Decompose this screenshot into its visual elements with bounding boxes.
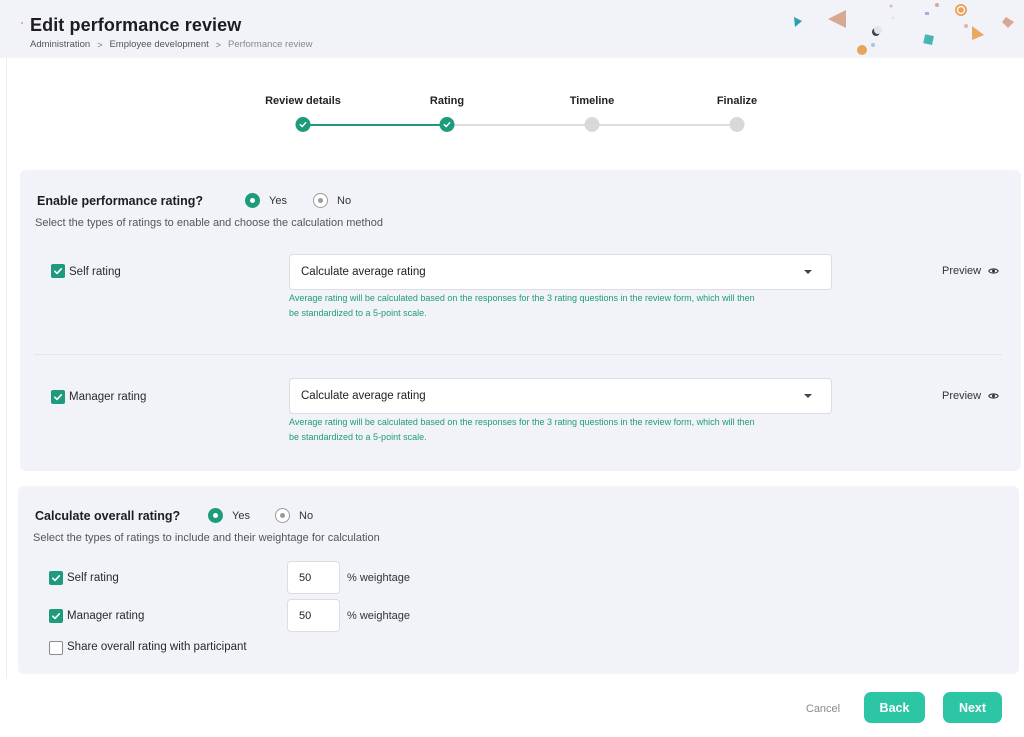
select-value: Calculate average rating bbox=[301, 266, 426, 278]
manager-rating-label: Manager rating bbox=[69, 391, 147, 403]
step-dot-rating[interactable] bbox=[439, 117, 455, 132]
step-connector-1 bbox=[303, 124, 447, 126]
rating-types-subtitle: Select the types of ratings to enable an… bbox=[35, 217, 383, 229]
overall-self-rating-label: Self rating bbox=[67, 572, 119, 584]
eye-icon bbox=[988, 268, 999, 274]
next-button[interactable]: Next bbox=[943, 692, 1002, 723]
overall-manager-rating-checkbox[interactable] bbox=[49, 609, 63, 623]
confetti-decoration bbox=[794, 3, 1014, 55]
step-label-rating[interactable]: Rating bbox=[430, 95, 464, 107]
overall-rating-yes-option[interactable]: Yes bbox=[208, 508, 250, 523]
overall-rating-question: Calculate overall rating? bbox=[35, 509, 181, 523]
self-rating-help-text: Average rating will be calculated based … bbox=[289, 291, 829, 321]
help-line: be standardized to a 5-point scale. bbox=[289, 308, 427, 318]
step-dot-timeline[interactable] bbox=[584, 117, 600, 132]
self-rating-method-select[interactable]: Calculate average rating bbox=[289, 254, 832, 290]
enable-rating-no-option[interactable]: No bbox=[313, 193, 351, 208]
enable-rating-yes-radio[interactable] bbox=[245, 193, 260, 208]
overall-rating-no-option[interactable]: No bbox=[275, 508, 313, 523]
radio-label: Yes bbox=[269, 194, 287, 207]
checkmark-icon bbox=[52, 575, 61, 582]
checkmark-icon bbox=[54, 394, 63, 401]
manager-rating-weightage-input[interactable] bbox=[287, 599, 340, 632]
enable-rating-yes-option[interactable]: Yes bbox=[245, 193, 287, 208]
progress-stepper: Review details Rating Timeline Finalize bbox=[0, 88, 1024, 138]
self-rating-preview-button[interactable]: Preview bbox=[942, 265, 999, 277]
breadcrumb-administration[interactable]: Administration bbox=[30, 39, 90, 50]
section-divider bbox=[34, 354, 1002, 355]
eye-icon bbox=[988, 393, 999, 399]
breadcrumb-performance-review: Performance review bbox=[228, 39, 313, 50]
manager-rating-preview-button[interactable]: Preview bbox=[942, 390, 999, 402]
help-line: Average rating will be calculated based … bbox=[289, 293, 755, 303]
breadcrumb-separator: > bbox=[215, 39, 222, 50]
help-line: Average rating will be calculated based … bbox=[289, 417, 755, 427]
left-border bbox=[6, 58, 7, 678]
step-label-finalize[interactable]: Finalize bbox=[717, 95, 757, 107]
check-icon bbox=[443, 121, 451, 128]
overall-manager-rating-label: Manager rating bbox=[67, 610, 145, 622]
radio-label: No bbox=[299, 509, 314, 522]
step-connector-2 bbox=[447, 124, 592, 126]
step-label-timeline[interactable]: Timeline bbox=[570, 95, 614, 107]
overall-rating-yes-radio[interactable] bbox=[208, 508, 223, 523]
manager-rating-help-text: Average rating will be calculated based … bbox=[289, 415, 829, 445]
radio-label: No bbox=[337, 194, 352, 207]
preview-label: Preview bbox=[942, 390, 982, 402]
step-label-review-details[interactable]: Review details bbox=[265, 95, 341, 107]
manager-rating-method-select[interactable]: Calculate average rating bbox=[289, 378, 832, 414]
overall-self-rating-checkbox[interactable] bbox=[49, 571, 63, 585]
manager-rating-checkbox[interactable] bbox=[51, 390, 65, 404]
breadcrumb-separator: > bbox=[97, 39, 103, 50]
share-overall-rating-checkbox[interactable] bbox=[49, 641, 63, 655]
page-header: Edit performance review Administration >… bbox=[0, 0, 1024, 58]
select-value: Calculate average rating bbox=[301, 390, 426, 402]
self-rating-weightage-label: % weightage bbox=[347, 572, 410, 584]
page-title: Edit performance review bbox=[30, 15, 242, 35]
share-overall-rating-label: Share overall rating with participant bbox=[67, 641, 247, 653]
cancel-button[interactable]: Cancel bbox=[796, 700, 850, 718]
checkmark-icon bbox=[52, 613, 61, 620]
preview-label: Preview bbox=[942, 265, 982, 277]
caret-down-icon bbox=[804, 394, 812, 398]
back-button[interactable]: Back bbox=[864, 692, 925, 723]
breadcrumb: Administration > Employee development > … bbox=[30, 39, 313, 50]
manager-rating-weightage-label: % weightage bbox=[347, 610, 410, 622]
caret-down-icon bbox=[804, 270, 812, 274]
weightage-subtitle: Select the types of ratings to include a… bbox=[33, 532, 380, 544]
enable-rating-no-radio[interactable] bbox=[313, 193, 328, 208]
step-dot-finalize[interactable] bbox=[729, 117, 745, 132]
enable-rating-question: Enable performance rating? bbox=[37, 194, 204, 208]
step-connector-3 bbox=[592, 124, 737, 126]
overall-rating-no-radio[interactable] bbox=[275, 508, 290, 523]
checkmark-icon bbox=[54, 268, 63, 275]
self-rating-label: Self rating bbox=[69, 266, 121, 278]
self-rating-checkbox[interactable] bbox=[51, 264, 65, 278]
decorative-dot bbox=[21, 22, 23, 24]
radio-label: Yes bbox=[232, 509, 250, 522]
help-line: be standardized to a 5-point scale. bbox=[289, 432, 427, 442]
breadcrumb-employee-development[interactable]: Employee development bbox=[109, 39, 208, 50]
check-icon bbox=[299, 121, 307, 128]
self-rating-weightage-input[interactable] bbox=[287, 561, 340, 594]
step-dot-review-details[interactable] bbox=[295, 117, 311, 132]
